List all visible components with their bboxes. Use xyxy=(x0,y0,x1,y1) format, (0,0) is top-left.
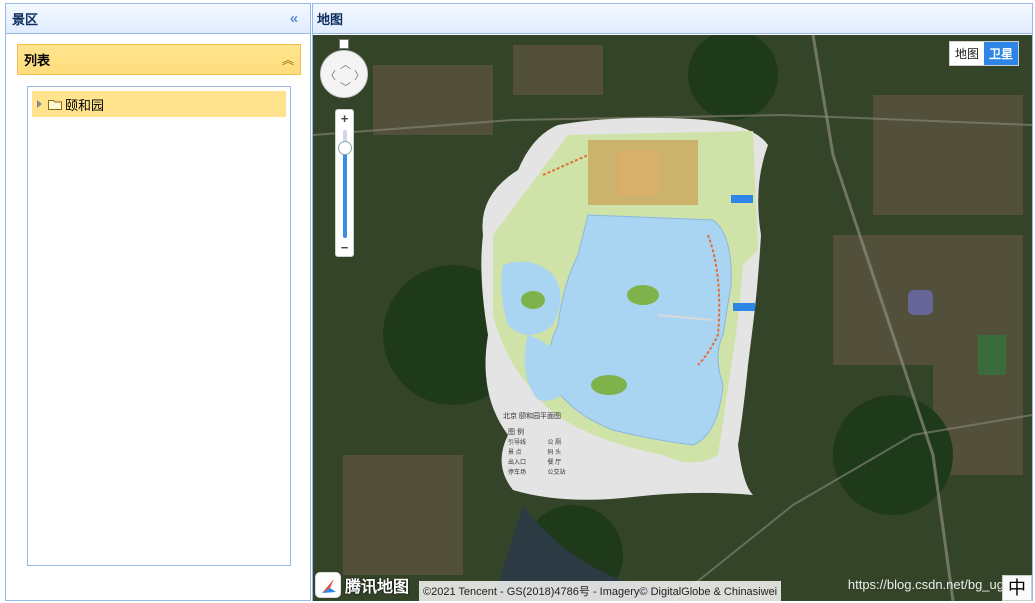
app: 景区 « 列表 ︽ 颐和园 地图 北京 颐和园平面图 图 例 引导线 公 厕 景… xyxy=(0,0,1035,603)
accordion: 列表 ︽ 颐和园 xyxy=(17,44,301,594)
expand-arrow-icon[interactable] xyxy=(37,100,42,108)
summer-palace-map-overlay xyxy=(481,117,768,500)
map-type-toggle: 地图 卫星 xyxy=(948,41,1019,66)
tree: 颐和园 xyxy=(27,86,291,566)
zoom-in-button[interactable]: + xyxy=(336,110,353,127)
double-chevron-left-icon[interactable]: « xyxy=(286,10,302,27)
legend-item: 餐 厅 xyxy=(547,460,562,466)
legend-item: 景 点 xyxy=(508,450,522,456)
copyright-text: ©2021 Tencent - GS(2018)4786号 - Imagery©… xyxy=(419,581,782,601)
legend-item: 公 厕 xyxy=(547,440,562,446)
legend-item: 停车场 xyxy=(508,470,527,476)
folder-icon xyxy=(48,99,62,110)
west-panel-title: 景区 xyxy=(12,12,39,27)
ime-indicator[interactable]: 中 xyxy=(1002,575,1032,601)
center-panel-title: 地图 xyxy=(317,12,344,27)
pan-left-icon[interactable]: 〈 xyxy=(325,67,336,83)
map-view[interactable]: 北京 颐和园平面图 图 例 引导线 公 厕 景 点 码 头 出入口 餐 厅 停车… xyxy=(313,35,1032,601)
center-panel-header: 地图 xyxy=(313,4,1032,34)
west-panel: 景区 « 列表 ︽ 颐和园 xyxy=(5,3,311,601)
tree-node-label: 颐和园 xyxy=(65,97,105,113)
pan-control[interactable]: ︿ 〈 〉 ﹀ xyxy=(320,50,368,98)
map-type-normal[interactable]: 地图 xyxy=(950,42,984,65)
west-panel-header: 景区 « xyxy=(6,4,310,34)
center-panel: 地图 北京 颐和园平面图 图 例 引导线 公 厕 景 点 码 头 出入口 餐 厅… xyxy=(312,3,1033,601)
legend-item: 引导线 xyxy=(508,440,527,446)
legend-item: 码 头 xyxy=(547,450,562,456)
pan-right-icon[interactable]: 〉 xyxy=(354,67,365,83)
legend-title: 图 例 xyxy=(508,429,524,436)
double-chevron-up-icon[interactable]: ︽ xyxy=(282,54,294,66)
legend-item: 公交站 xyxy=(547,470,566,476)
compass-icon[interactable] xyxy=(339,39,349,49)
accordion-header[interactable]: 列表 ︽ xyxy=(17,44,301,75)
accordion-title: 列表 xyxy=(24,53,51,68)
legend-item: 出入口 xyxy=(508,460,527,466)
watermark-url: https://blog.csdn.net/bg_ug xyxy=(847,577,1004,592)
legend: 引导线 公 厕 景 点 码 头 出入口 餐 厅 停车场 公交站 xyxy=(508,437,583,476)
pan-down-icon[interactable]: ﹀ xyxy=(340,79,351,95)
pan-up-icon[interactable]: ︿ xyxy=(340,56,351,72)
zoom-slider-handle[interactable] xyxy=(338,141,352,156)
zoom-control: + − xyxy=(335,109,354,257)
logo-text: 腾讯地图 xyxy=(345,579,410,596)
overlay-title: 北京 颐和园平面图 xyxy=(503,413,561,420)
tree-node-yiheyuan[interactable]: 颐和园 xyxy=(32,91,286,117)
zoom-fill xyxy=(343,148,347,238)
map-type-satellite[interactable]: 卫星 xyxy=(983,42,1018,65)
zoom-out-button[interactable]: − xyxy=(336,239,353,256)
tencent-map-logo: 腾讯地图 xyxy=(315,572,409,598)
compass-logo-icon xyxy=(315,572,341,598)
